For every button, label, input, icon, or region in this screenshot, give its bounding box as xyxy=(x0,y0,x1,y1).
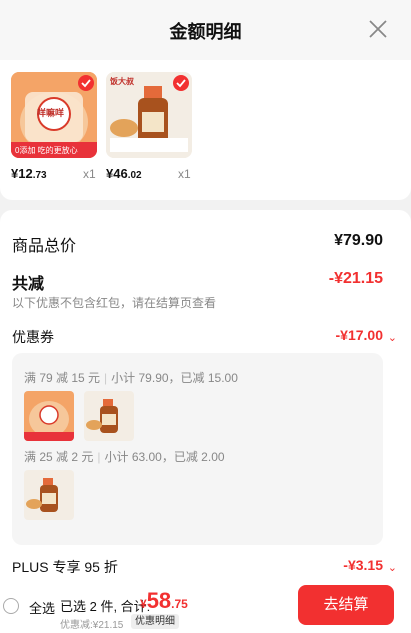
chevron-down-icon[interactable]: ⌄ xyxy=(388,561,397,574)
product-image: 饭大叔 xyxy=(106,72,192,158)
product-qty: x1 xyxy=(83,167,96,181)
check-icon[interactable] xyxy=(78,75,94,91)
brand-logo: 饭大叔 xyxy=(110,77,134,86)
close-icon[interactable] xyxy=(367,18,389,40)
coupon-breakdown: 满 79 减 15 元 | 小计 79.90，已减 15.00 满 25 减 2 元… xyxy=(12,353,383,545)
checkout-bar: 全选 已选 2 件, 合计: ¥58.75 优惠减:¥21.15 优惠明细 去结… xyxy=(0,582,411,633)
reduce-label: 共减 xyxy=(12,276,45,293)
sheet-header: 金额明细 xyxy=(0,0,411,60)
product-thumb xyxy=(24,391,74,441)
price-detail: 商品总价 ¥79.90 共减 -¥21.15 以下优惠不包含红包，请在结算页查看… xyxy=(0,210,411,582)
discount-note: 以下优惠不包含红包，请在结算页查看 xyxy=(12,296,217,310)
checkout-button[interactable]: 去结算 xyxy=(298,585,394,625)
product-qty: x1 xyxy=(178,167,191,181)
select-all-radio[interactable] xyxy=(3,598,19,614)
plus-label: PLUS 专享 95 折 xyxy=(12,559,118,575)
product-list: 咩嘛咩 0添加 吃的更放心 ¥12.73 x1 饭大叔 ¥46.02 x1 xyxy=(0,60,411,200)
product-image: 咩嘛咩 0添加 吃的更放心 xyxy=(11,72,97,158)
chevron-down-icon[interactable]: ⌄ xyxy=(388,331,397,344)
select-all-label[interactable]: 全选 xyxy=(29,598,55,617)
product-item[interactable]: 咩嘛咩 0添加 吃的更放心 ¥12.73 x1 xyxy=(11,72,97,181)
jar-label: 咩嘛咩 xyxy=(37,108,65,118)
saved-amount: 优惠减:¥21.15 xyxy=(60,620,124,631)
sheet-title: 金额明细 xyxy=(169,22,242,42)
coupon-value: -¥17.00 xyxy=(335,327,383,343)
product-thumb xyxy=(24,470,74,520)
total-value: ¥79.90 xyxy=(334,232,383,249)
detail-toggle-button[interactable]: 优惠明细 xyxy=(131,614,179,629)
total-amount: ¥58.75 xyxy=(140,588,188,613)
coupon-label: 优惠券 xyxy=(12,329,54,345)
product-price: ¥12.73 xyxy=(11,166,47,181)
product-price: ¥46.02 xyxy=(106,166,142,181)
product-item[interactable]: 饭大叔 ¥46.02 x1 xyxy=(106,72,192,181)
product-banner: 0添加 吃的更放心 xyxy=(15,146,78,155)
total-label: 商品总价 xyxy=(12,238,77,255)
plus-value: -¥3.15 xyxy=(343,557,383,573)
selected-count: 已选 2 件, 合计: xyxy=(60,599,151,614)
product-thumb xyxy=(84,391,134,441)
coupon-rule: 满 79 减 15 元 | 小计 79.90，已减 15.00 xyxy=(24,371,238,385)
coupon-rule: 满 25 减 2 元 | 小计 63.00，已减 2.00 xyxy=(24,450,225,464)
check-icon[interactable] xyxy=(173,75,189,91)
reduce-value: -¥21.15 xyxy=(328,270,383,287)
